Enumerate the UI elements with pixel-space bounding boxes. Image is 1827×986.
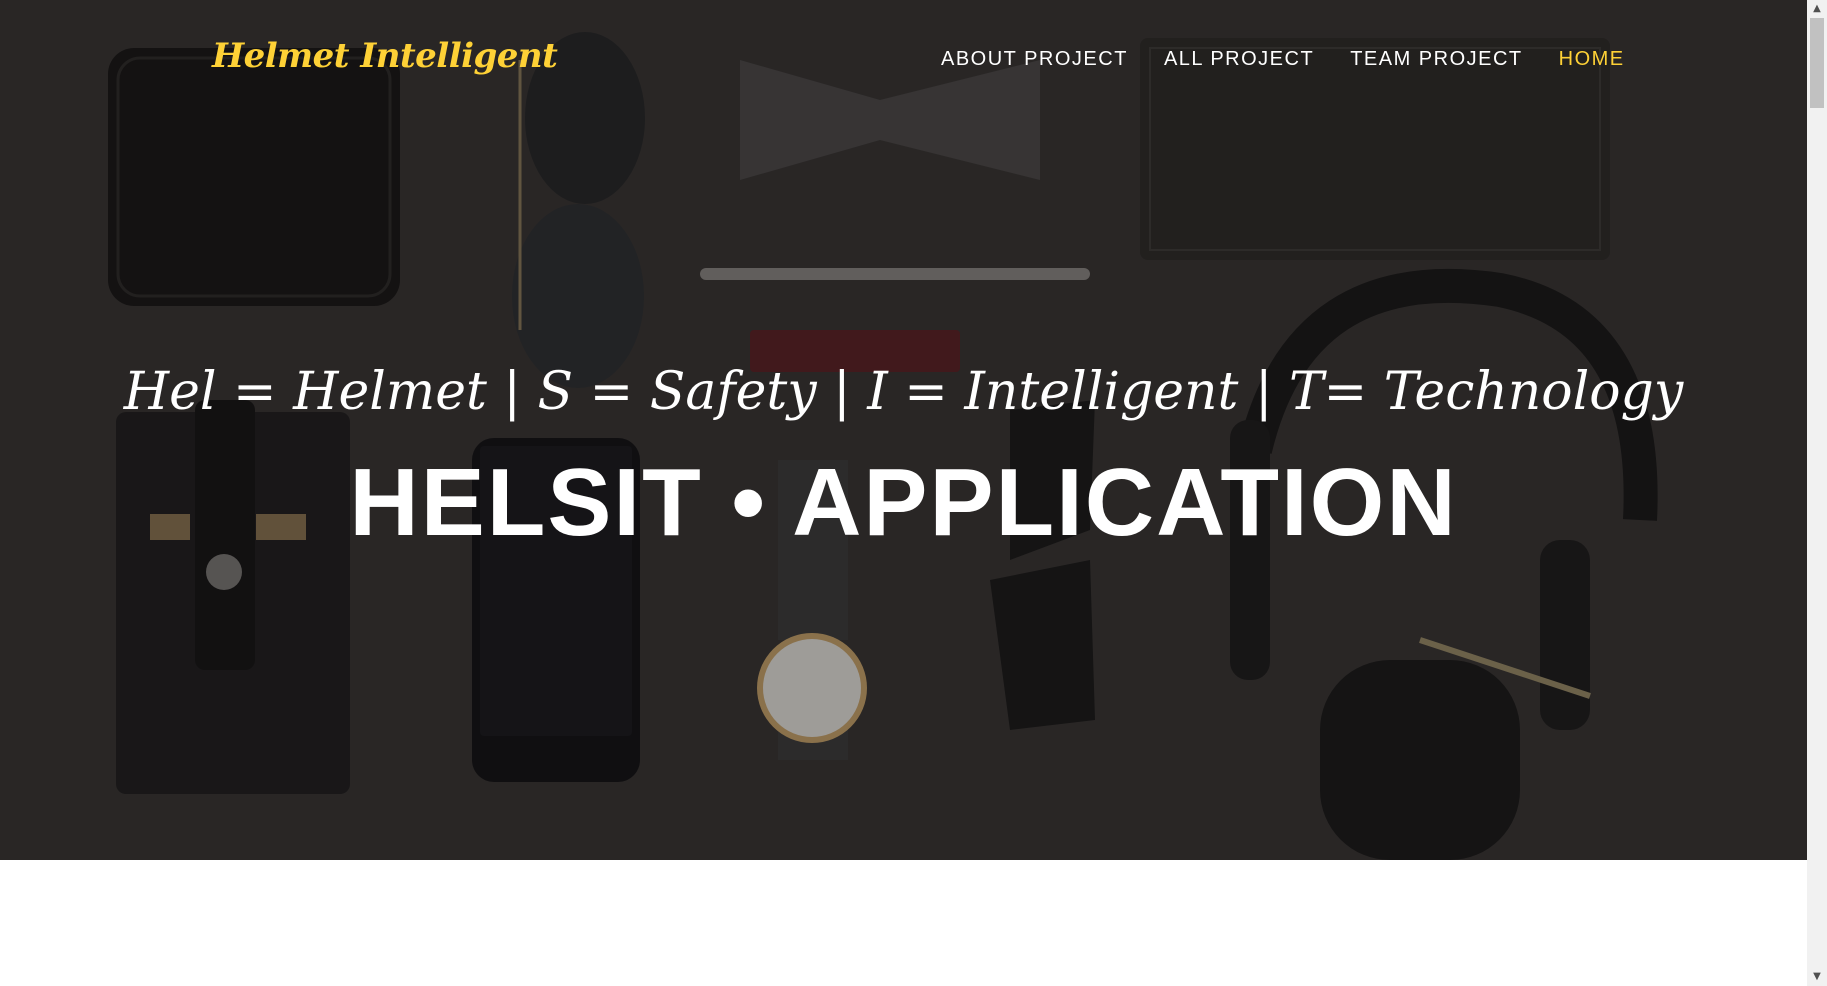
- hero-subheading: Hel = Helmet | S = Safety | I = Intellig…: [123, 362, 1684, 422]
- chevron-down-icon[interactable]: ▼: [1807, 968, 1827, 986]
- nav-link-home[interactable]: HOME: [1559, 48, 1625, 71]
- hero-section: Helmet Intelligent ABOUT PROJECT ALL PRO…: [0, 0, 1807, 860]
- brand-logo-link[interactable]: Helmet Intelligent: [212, 36, 558, 76]
- page-viewport: Helmet Intelligent ABOUT PROJECT ALL PRO…: [0, 0, 1807, 986]
- nav-link-team-project[interactable]: TEAM PROJECT: [1350, 48, 1522, 71]
- nav-link-all-project[interactable]: ALL PROJECT: [1164, 48, 1314, 71]
- top-navbar: Helmet Intelligent ABOUT PROJECT ALL PRO…: [0, 0, 1807, 124]
- vertical-scrollbar[interactable]: ▲ ▼: [1807, 0, 1827, 986]
- chevron-up-icon[interactable]: ▲: [1807, 0, 1827, 18]
- scrollbar-thumb[interactable]: [1810, 18, 1824, 108]
- hero-heading: HELSIT • APPLICATION: [349, 449, 1458, 556]
- hero-dark-overlay: [0, 0, 1807, 860]
- nav-menu: ABOUT PROJECT ALL PROJECT TEAM PROJECT H…: [941, 48, 1625, 71]
- nav-link-about-project[interactable]: ABOUT PROJECT: [941, 48, 1128, 71]
